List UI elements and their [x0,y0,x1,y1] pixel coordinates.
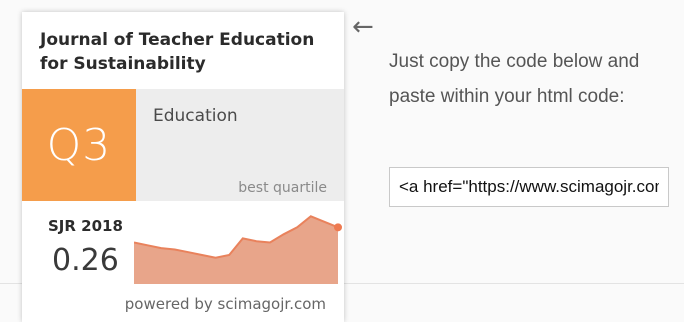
best-quartile-caption: best quartile [238,180,327,196]
category-panel: Education best quartile [136,89,344,201]
journal-title: Journal of Teacher Education for Sustain… [40,30,315,74]
sjr-widget[interactable]: Journal of Teacher Education for Sustain… [22,12,344,322]
sjr-score-value: 0.26 [52,243,119,278]
powered-by-link[interactable]: powered by scimagojr.com [125,295,326,313]
sjr-trend-sparkline [134,215,342,284]
quartile-value: Q3 [46,119,112,171]
embed-code-field[interactable] [389,167,669,207]
embed-instructions: Just copy the code below and paste withi… [389,51,640,107]
sparkline-endpoint [334,223,342,232]
sjr-year-label: SJR 2018 [48,217,123,235]
sparkline-area [134,216,338,284]
category-label: Education [153,106,238,126]
quartile-badge: Q3 [22,89,136,201]
left-arrow-icon: ← [352,12,374,42]
